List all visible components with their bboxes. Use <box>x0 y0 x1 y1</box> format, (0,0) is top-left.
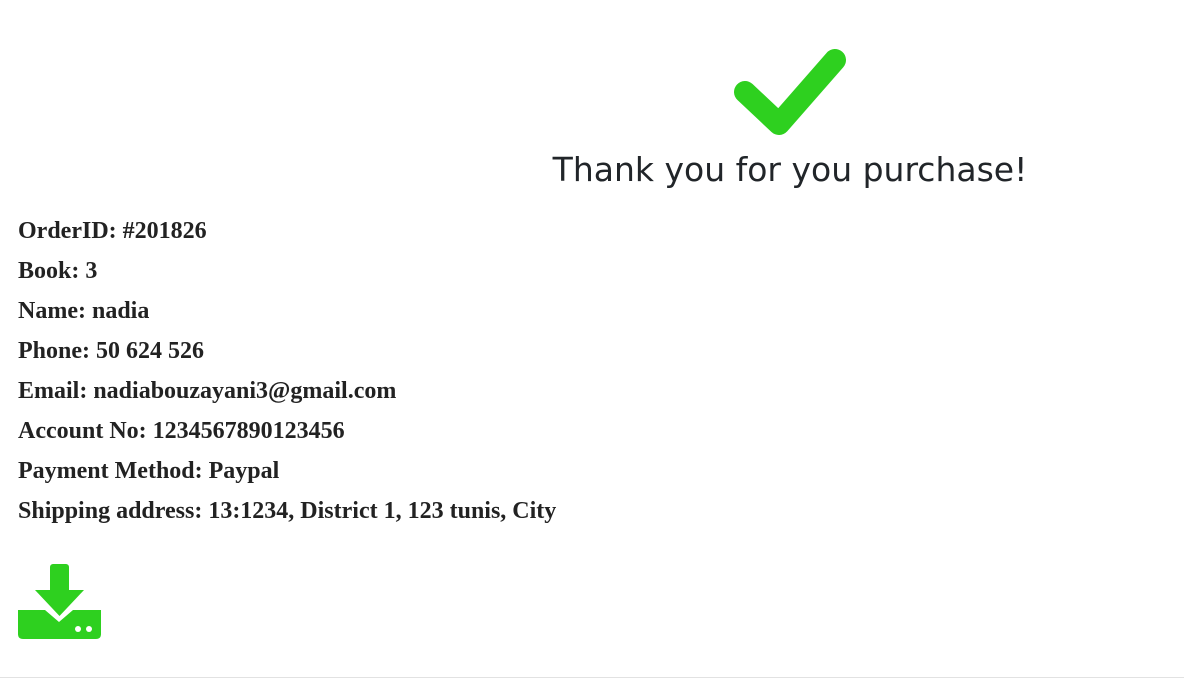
order-payment-method: Payment Method: Paypal <box>18 458 280 484</box>
page-title: Thank you for you purchase! <box>552 150 1028 189</box>
order-shipping-address: Shipping address: 13:1234, District 1, 1… <box>18 498 557 524</box>
purchase-confirmation-page: Thank you for you purchase! OrderID: #20… <box>0 0 1184 686</box>
download-icon[interactable] <box>18 562 101 639</box>
order-account: Account No: 1234567890123456 <box>18 418 345 444</box>
order-phone: Phone: 50 624 526 <box>18 338 204 364</box>
order-details: OrderID: #201826 Book: 3 Name: nadia Pho… <box>18 215 556 535</box>
order-book: Book: 3 <box>18 258 98 284</box>
check-icon <box>734 49 846 135</box>
divider <box>0 677 1184 678</box>
order-email: Email: nadiabouzayani3@gmail.com <box>18 378 397 404</box>
order-id: OrderID: #201826 <box>18 218 207 244</box>
order-name: Name: nadia <box>18 298 150 324</box>
